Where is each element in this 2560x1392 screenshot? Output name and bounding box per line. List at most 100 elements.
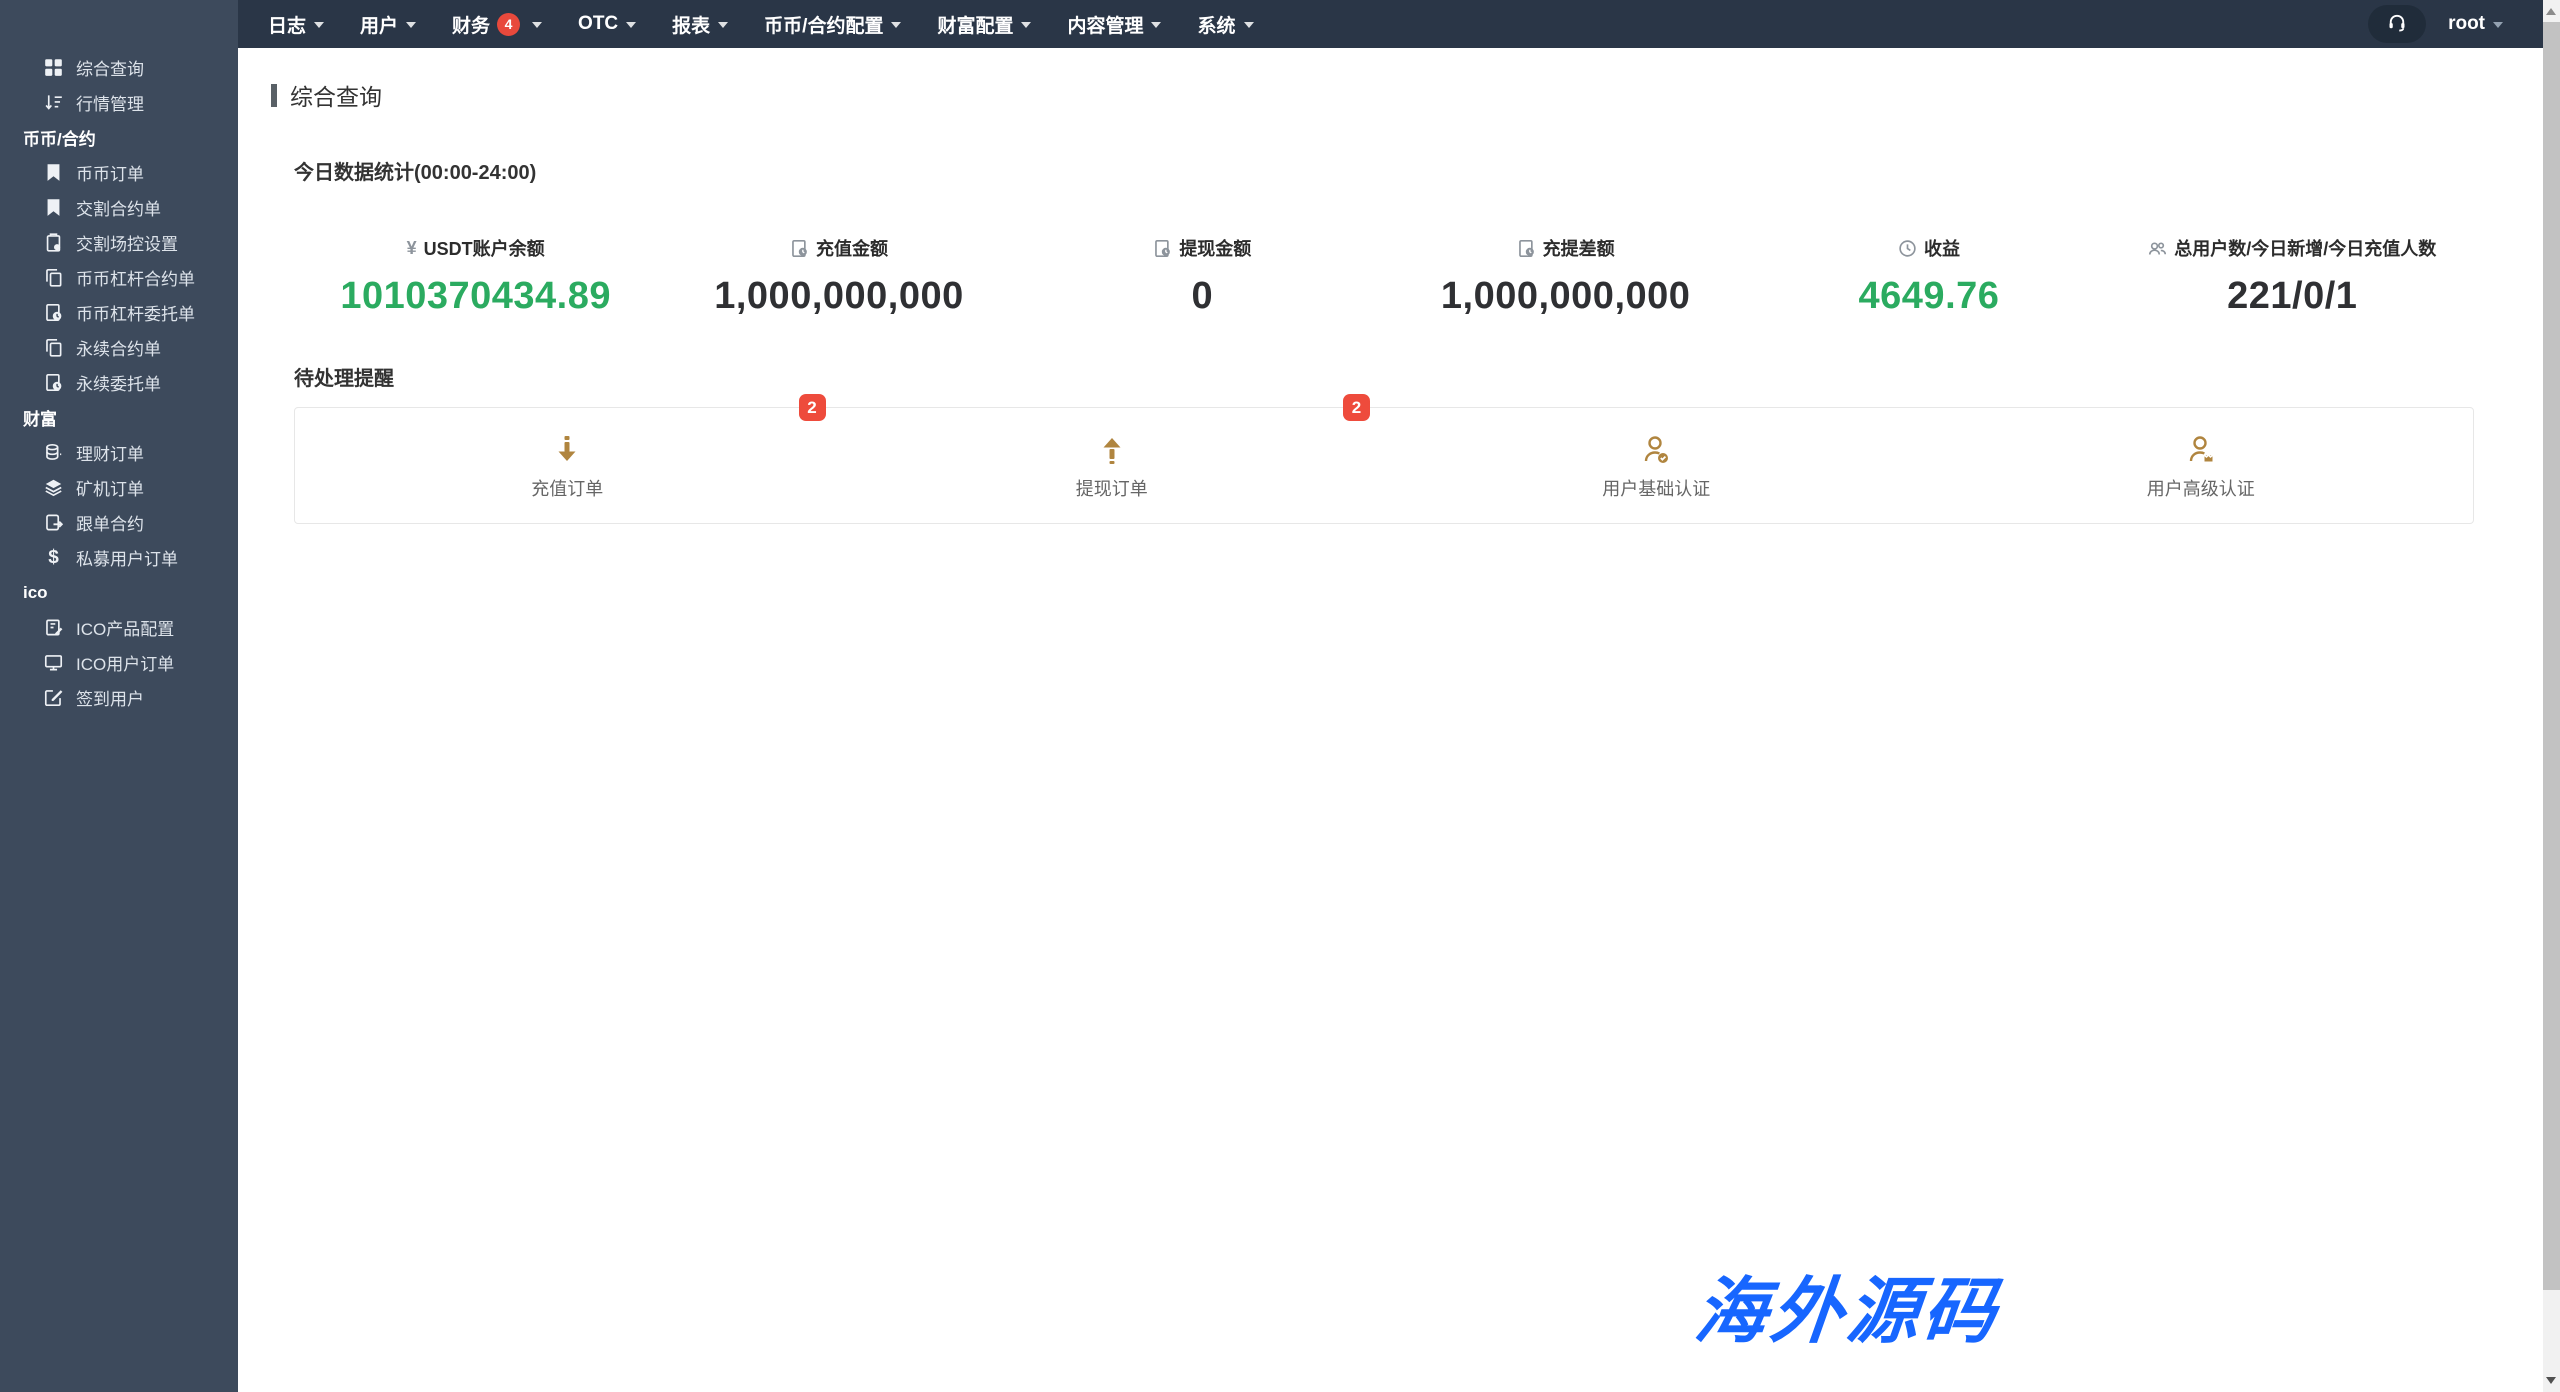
nav-item-system[interactable]: 系统: [1197, 11, 1253, 38]
reminder-label: 用户基础认证: [1602, 475, 1710, 501]
nav-item-users[interactable]: 用户: [360, 11, 416, 38]
clock-icon: [1898, 239, 1917, 258]
copy-icon: [44, 338, 63, 357]
bill-icon: [1153, 239, 1172, 258]
nav-item-reports[interactable]: 报表: [672, 11, 728, 38]
sidebar-item-leverage-entrust[interactable]: 币币杠杆委托单: [0, 295, 238, 330]
coins-icon: [44, 443, 63, 462]
sidebar-item-label: 矿机订单: [76, 475, 144, 500]
headset-icon: [2387, 12, 2407, 37]
clipboard-gear-icon: [44, 233, 63, 252]
chevron-down-icon: [2493, 22, 2503, 28]
vertical-scrollbar[interactable]: [2543, 0, 2560, 1392]
sidebar-item-private-placement-orders[interactable]: $ 私募用户订单: [0, 540, 238, 575]
chevron-down-icon: [891, 22, 901, 28]
file-arrow-icon: [44, 513, 63, 532]
user-badge-icon: [2185, 430, 2217, 466]
reminder-deposit-orders[interactable]: 2 充值订单: [295, 408, 840, 523]
nav-item-otc[interactable]: OTC: [578, 13, 636, 35]
file-clock-icon: [44, 373, 63, 392]
sidebar-item-ico-user-orders[interactable]: ICO用户订单: [0, 645, 238, 680]
stat-value: 0: [1021, 275, 1384, 318]
reminder-label: 提现订单: [1076, 475, 1148, 501]
sidebar-item-label: 永续委托单: [76, 370, 161, 395]
sidebar-item-overview[interactable]: 综合查询: [0, 50, 238, 85]
chevron-down-icon: [314, 22, 324, 28]
stats-row: ¥USDT账户余额 1010370434.89 充值金额 1,000,000,0…: [294, 235, 2474, 318]
sidebar-item-perpetual-contracts[interactable]: 永续合约单: [0, 330, 238, 365]
nav-item-logs[interactable]: 日志: [268, 11, 324, 38]
sidebar-item-market[interactable]: 行情管理: [0, 85, 238, 120]
sidebar-section-wealth: 财富: [0, 400, 238, 435]
sidebar-item-label: 币币杠杆合约单: [76, 265, 195, 290]
sidebar-item-label: 行情管理: [76, 90, 144, 115]
scrollbar-thumb[interactable]: [2543, 22, 2560, 1290]
bookmark-icon: [44, 198, 63, 217]
reminder-advanced-kyc[interactable]: 用户高级认证: [1929, 408, 2474, 523]
stat-value: 1,000,000,000: [657, 275, 1020, 318]
sidebar-item-signin-users[interactable]: 签到用户: [0, 680, 238, 715]
sidebar-section-coin-contract: 币币/合约: [0, 120, 238, 155]
chevron-down-icon: [1244, 22, 1254, 28]
arrow-down-icon: [551, 430, 583, 466]
stat-value: 4649.76: [1747, 275, 2110, 318]
page-title: 综合查询: [290, 78, 382, 112]
users-icon: [2148, 239, 2167, 258]
chevron-down-icon: [1021, 22, 1031, 28]
sidebar-item-finance-orders[interactable]: 理财订单: [0, 435, 238, 470]
stat-value: 221/0/1: [2111, 275, 2474, 318]
sidebar-section-ico: ico: [0, 575, 238, 610]
sidebar-item-ico-product-config[interactable]: ICO产品配置: [0, 610, 238, 645]
chevron-down-icon: [532, 22, 542, 28]
sidebar-item-label: 币币杠杆委托单: [76, 300, 195, 325]
sort-icon: [44, 93, 63, 112]
sidebar-item-label: 交割场控设置: [76, 230, 178, 255]
sidebar-item-label: 理财订单: [76, 440, 144, 465]
stat-deposit-withdraw-diff: 充提差额 1,000,000,000: [1384, 235, 1747, 318]
chevron-down-icon: [1151, 22, 1161, 28]
scrollbar-down-arrow-icon[interactable]: [2546, 1377, 2556, 1384]
nav-item-content-mgmt[interactable]: 内容管理: [1067, 11, 1161, 38]
stat-profit: 收益 4649.76: [1747, 235, 2110, 318]
reminder-basic-kyc[interactable]: 用户基础认证: [1384, 408, 1929, 523]
stats-section-title: 今日数据统计(00:00-24:00): [294, 156, 2543, 185]
chevron-down-icon: [718, 22, 728, 28]
sidebar-item-label: 币币订单: [76, 160, 144, 185]
sidebar-item-label: 跟单合约: [76, 510, 144, 535]
reminders-section-title: 待处理提醒: [294, 362, 2543, 391]
finance-badge: 4: [497, 13, 520, 36]
sidebar-item-label: ICO产品配置: [76, 615, 174, 640]
nav-item-finance[interactable]: 财务4: [452, 11, 542, 38]
stat-value: 1,000,000,000: [1384, 275, 1747, 318]
sidebar-item-delivery-contracts[interactable]: 交割合约单: [0, 190, 238, 225]
yen-icon: ¥: [407, 238, 417, 259]
sidebar-item-label: 签到用户: [76, 685, 144, 710]
sidebar-item-miner-orders[interactable]: 矿机订单: [0, 470, 238, 505]
dollar-icon: $: [44, 548, 63, 567]
file-clock-icon: [44, 303, 63, 322]
sidebar-item-copy-trading[interactable]: 跟单合约: [0, 505, 238, 540]
nav-item-wealth-config[interactable]: 财富配置: [937, 11, 1031, 38]
stat-withdraw-amount: 提现金额 0: [1021, 235, 1384, 318]
chevron-down-icon: [626, 22, 636, 28]
support-button[interactable]: [2368, 5, 2426, 43]
reminder-withdraw-orders[interactable]: 2 提现订单: [840, 408, 1385, 523]
watermark: 海外源码: [1662, 1252, 2033, 1357]
copy-icon: [44, 268, 63, 287]
sidebar-item-leverage-contracts[interactable]: 币币杠杆合约单: [0, 260, 238, 295]
scrollbar-up-arrow-icon[interactable]: [2546, 8, 2556, 15]
sidebar-item-label: ICO用户订单: [76, 650, 174, 675]
username: root: [2448, 13, 2485, 35]
arrow-up-icon: [1096, 430, 1128, 466]
sidebar-item-perpetual-entrust[interactable]: 永续委托单: [0, 365, 238, 400]
main-content: 综合查询 今日数据统计(00:00-24:00) ¥USDT账户余额 10103…: [238, 48, 2543, 1392]
file-pen-icon: [44, 618, 63, 637]
sidebar-item-label: 永续合约单: [76, 335, 161, 360]
sidebar-item-label: 私募用户订单: [76, 545, 178, 570]
user-menu[interactable]: root: [2448, 13, 2503, 35]
sidebar-item-coin-orders[interactable]: 币币订单: [0, 155, 238, 190]
grid-icon: [44, 58, 63, 77]
nav-item-coin-contract-config[interactable]: 币币/合约配置: [764, 11, 901, 38]
sidebar-item-label: 交割合约单: [76, 195, 161, 220]
sidebar-item-delivery-control[interactable]: 交割场控设置: [0, 225, 238, 260]
